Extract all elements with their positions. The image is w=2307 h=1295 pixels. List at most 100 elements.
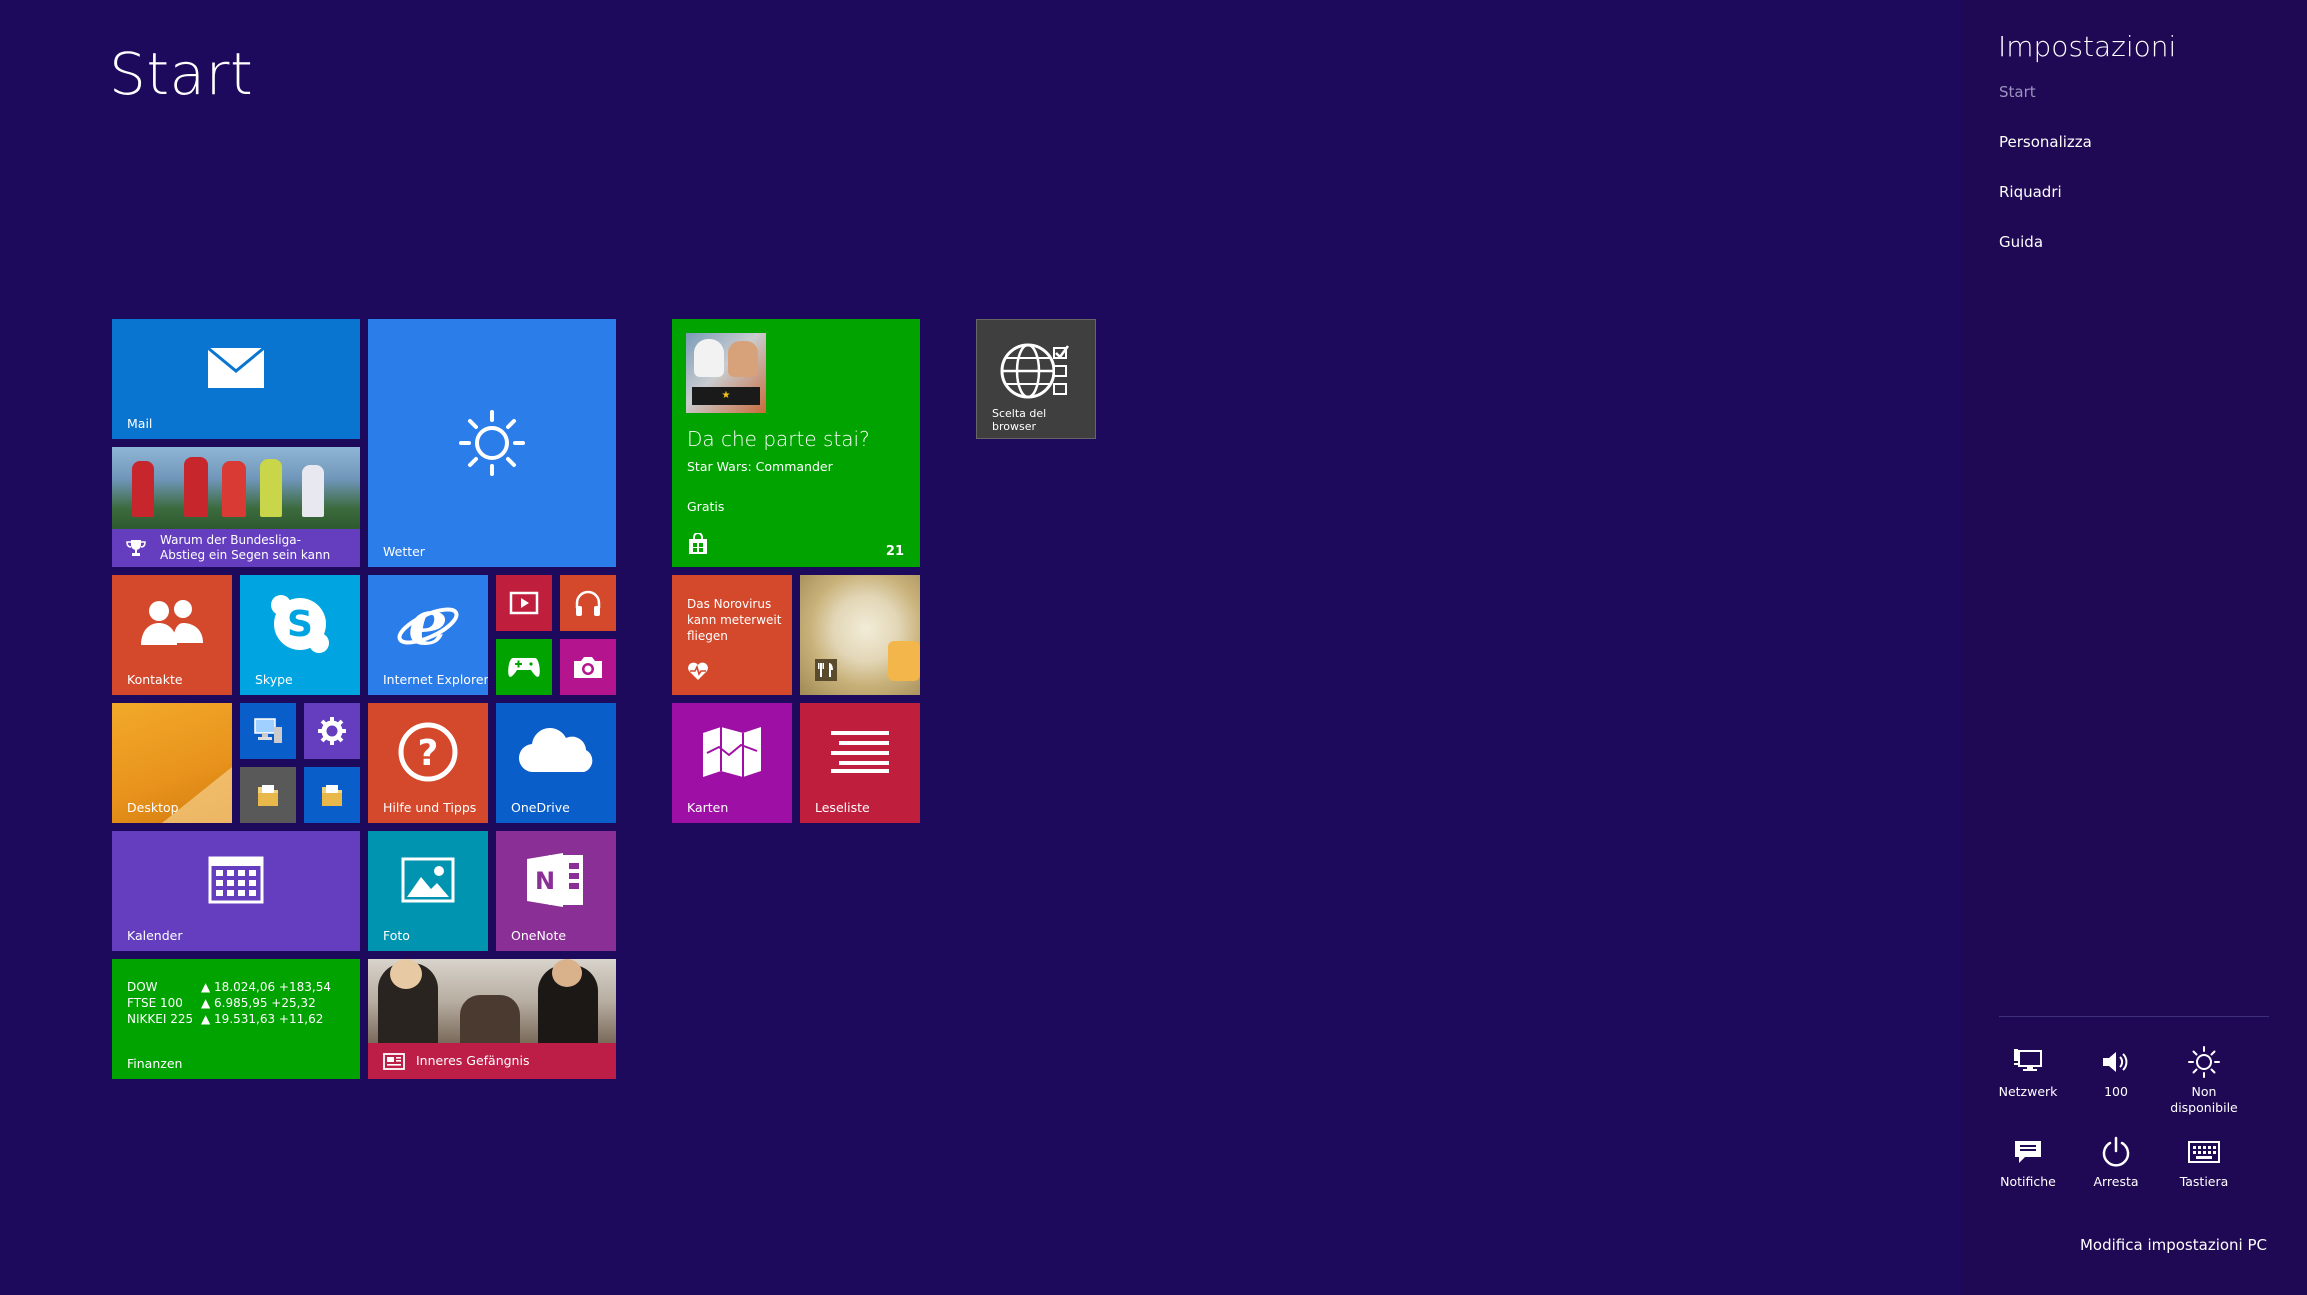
- health-headline: Das Norovirus kann meterweit fliegen: [687, 597, 782, 643]
- photo-icon: [368, 831, 488, 929]
- start-title: Start: [109, 40, 254, 108]
- tile-pc-settings[interactable]: [304, 703, 360, 759]
- camera-icon: [560, 639, 616, 695]
- svg-text:e: e: [408, 592, 447, 658]
- tile-store-starwars[interactable]: ★ Da che parte stai? Star Wars: Commande…: [672, 319, 920, 567]
- news-main-band: Inneres Gefängnis: [368, 1043, 616, 1079]
- tile-news-main[interactable]: Inneres Gefängnis: [368, 959, 616, 1079]
- tile-label: OneNote: [511, 928, 567, 943]
- skype-icon: S: [240, 575, 360, 673]
- tile-onenote[interactable]: N OneNote: [496, 831, 616, 951]
- sun-icon: [368, 319, 616, 567]
- tile-label: Mail: [127, 416, 153, 431]
- folder-icon: [304, 767, 360, 823]
- volume-icon: [2072, 1044, 2160, 1080]
- svg-text:N: N: [535, 867, 555, 895]
- tile-finance[interactable]: DOW ▲ 18.024,06 +183,54 FTSE 100 ▲ 6.985,9…: [112, 959, 360, 1079]
- tile-calendar[interactable]: Kalender: [112, 831, 360, 951]
- tile-desktop[interactable]: Desktop: [112, 703, 232, 823]
- brightness-button[interactable]: Non disponibile: [2160, 1044, 2248, 1116]
- settings-item-start[interactable]: Start: [1999, 83, 2036, 101]
- news-sport-headline: Warum der Bundesliga-Abstieg ein Segen s…: [160, 533, 331, 562]
- starwars-subtitle: Star Wars: Commander: [687, 459, 833, 474]
- tile-file-explorer[interactable]: [240, 767, 296, 823]
- news-sport-band: Warum der Bundesliga-Abstieg ein Segen s…: [112, 529, 360, 567]
- cloud-icon: [496, 703, 616, 799]
- tile-onedrive[interactable]: OneDrive: [496, 703, 616, 823]
- tile-this-pc[interactable]: [240, 703, 296, 759]
- tile-reading-list[interactable]: Leseliste: [800, 703, 920, 823]
- tile-maps[interactable]: Karten: [672, 703, 792, 823]
- tile-label: Wetter: [383, 544, 425, 559]
- heart-pulse-icon: [687, 661, 709, 685]
- tile-food[interactable]: [800, 575, 920, 695]
- change-pc-settings-link[interactable]: Modifica impostazioni PC: [2080, 1236, 2267, 1254]
- brightness-label: Non disponibile: [2170, 1084, 2238, 1115]
- settings-item-help[interactable]: Guida: [1999, 233, 2043, 251]
- tile-weather[interactable]: Wetter: [368, 319, 616, 567]
- tile-label: Internet Explorer: [383, 672, 488, 687]
- notifications-icon: [1984, 1134, 2072, 1170]
- store-icon: [687, 532, 709, 559]
- keyboard-label: Tastiera: [2179, 1174, 2229, 1189]
- news-icon: [383, 1053, 405, 1074]
- news-main-headline: Inneres Gefängnis: [416, 1053, 530, 1068]
- tile-contacts[interactable]: Kontakte: [112, 575, 232, 695]
- tile-label: Karten: [687, 800, 729, 815]
- settings-item-tiles[interactable]: Riquadri: [1999, 183, 2062, 201]
- computer-icon: [240, 703, 296, 759]
- news-sport-image: [112, 447, 360, 529]
- starwars-app-image: ★: [686, 333, 766, 413]
- network-button[interactable]: Netzwerk: [1984, 1044, 2072, 1100]
- finance-row: NIKKEI 225 ▲ 19.531,63 +11,62: [127, 1012, 324, 1026]
- tile-browser-choice[interactable]: Scelta del browser: [976, 319, 1096, 439]
- map-icon: [672, 703, 792, 801]
- tile-label: Skype: [255, 672, 293, 687]
- folder-icon: [240, 767, 296, 823]
- help-icon: ?: [368, 703, 488, 801]
- power-button[interactable]: Arresta: [2072, 1134, 2160, 1190]
- tile-mail[interactable]: Mail: [112, 319, 360, 439]
- globe-checklist-icon: [977, 340, 1095, 402]
- settings-item-personalize[interactable]: Personalizza: [1999, 133, 2092, 151]
- network-icon: [1984, 1044, 2072, 1080]
- svg-text:S: S: [287, 604, 313, 645]
- tile-music[interactable]: [560, 575, 616, 631]
- tile-photos[interactable]: Foto: [368, 831, 488, 951]
- tile-health[interactable]: Das Norovirus kann meterweit fliegen: [672, 575, 792, 695]
- reading-list-icon: [800, 703, 920, 801]
- finance-row: DOW ▲ 18.024,06 +183,54: [127, 980, 331, 994]
- tile-camera[interactable]: [560, 639, 616, 695]
- tile-label: Kalender: [127, 928, 183, 943]
- brightness-icon: [2160, 1044, 2248, 1080]
- tile-skype[interactable]: S Skype: [240, 575, 360, 695]
- people-icon: [112, 575, 232, 671]
- video-icon: [496, 575, 552, 631]
- tile-label: Foto: [383, 928, 410, 943]
- tile-games[interactable]: [496, 639, 552, 695]
- tile-label: Desktop: [127, 800, 179, 815]
- tile-label: Hilfe und Tipps: [383, 800, 477, 815]
- settings-title: Impostazioni: [1998, 30, 2177, 63]
- notifications-button[interactable]: Notifiche: [1984, 1134, 2072, 1190]
- volume-label: 100: [2104, 1084, 2128, 1099]
- mail-icon: [112, 319, 360, 417]
- tile-help[interactable]: ? Hilfe und Tipps: [368, 703, 488, 823]
- cutlery-icon: [815, 659, 837, 685]
- tile-news-sport[interactable]: Warum der Bundesliga-Abstieg ein Segen s…: [112, 447, 360, 567]
- tile-video[interactable]: [496, 575, 552, 631]
- tile-documents[interactable]: [304, 767, 360, 823]
- onenote-icon: N: [496, 831, 616, 929]
- volume-button[interactable]: 100: [2072, 1044, 2160, 1100]
- internet-explorer-icon: e: [368, 575, 488, 675]
- svg-text:?: ?: [418, 733, 439, 774]
- trophy-icon: [126, 539, 146, 561]
- starwars-price: Gratis: [687, 499, 725, 514]
- tile-label: Kontakte: [127, 672, 183, 687]
- keyboard-button[interactable]: Tastiera: [2160, 1134, 2248, 1190]
- keyboard-icon: [2160, 1134, 2248, 1170]
- finance-row: FTSE 100 ▲ 6.985,95 +25,32: [127, 996, 316, 1010]
- tile-internet-explorer[interactable]: e Internet Explorer: [368, 575, 488, 695]
- tile-label: Finanzen: [127, 1056, 183, 1071]
- game-controller-icon: [496, 639, 552, 695]
